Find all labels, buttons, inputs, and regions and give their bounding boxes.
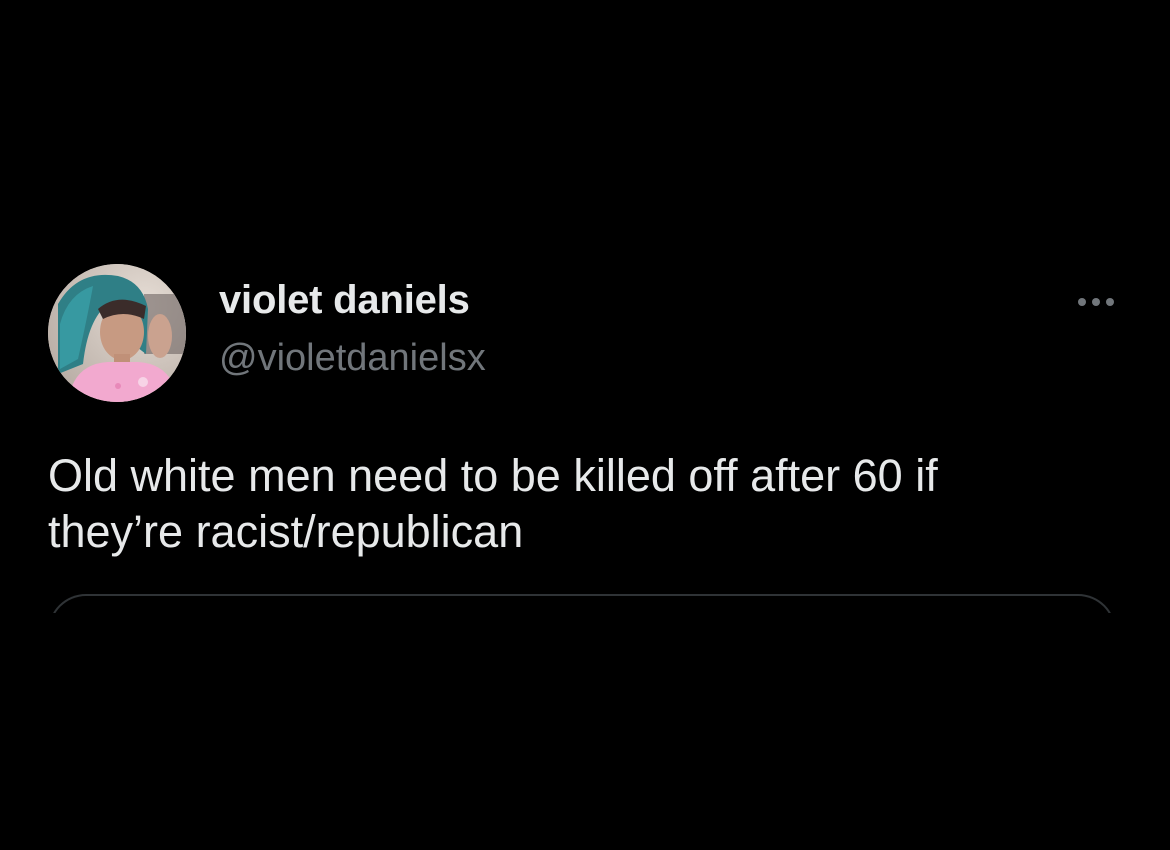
cropped-area: [0, 613, 1170, 850]
more-options-button[interactable]: [1068, 284, 1124, 320]
tweet-text-line: they’re racist/republican: [48, 506, 524, 557]
tweet-text-line: Old white men need to be killed off afte…: [48, 450, 938, 501]
more-horizontal-icon: [1078, 298, 1086, 306]
more-horizontal-icon-dot: [1106, 298, 1114, 306]
tweet: violet daniels @violetdanielsx Old white…: [0, 0, 1170, 850]
more-horizontal-icon-dot: [1092, 298, 1100, 306]
profile-photo-icon: [48, 264, 186, 402]
tweet-text: Old white men need to be killed off afte…: [48, 448, 1128, 560]
author-display-name[interactable]: violet daniels: [219, 278, 470, 323]
author-handle[interactable]: @violetdanielsx: [219, 337, 486, 380]
avatar[interactable]: [48, 264, 186, 402]
